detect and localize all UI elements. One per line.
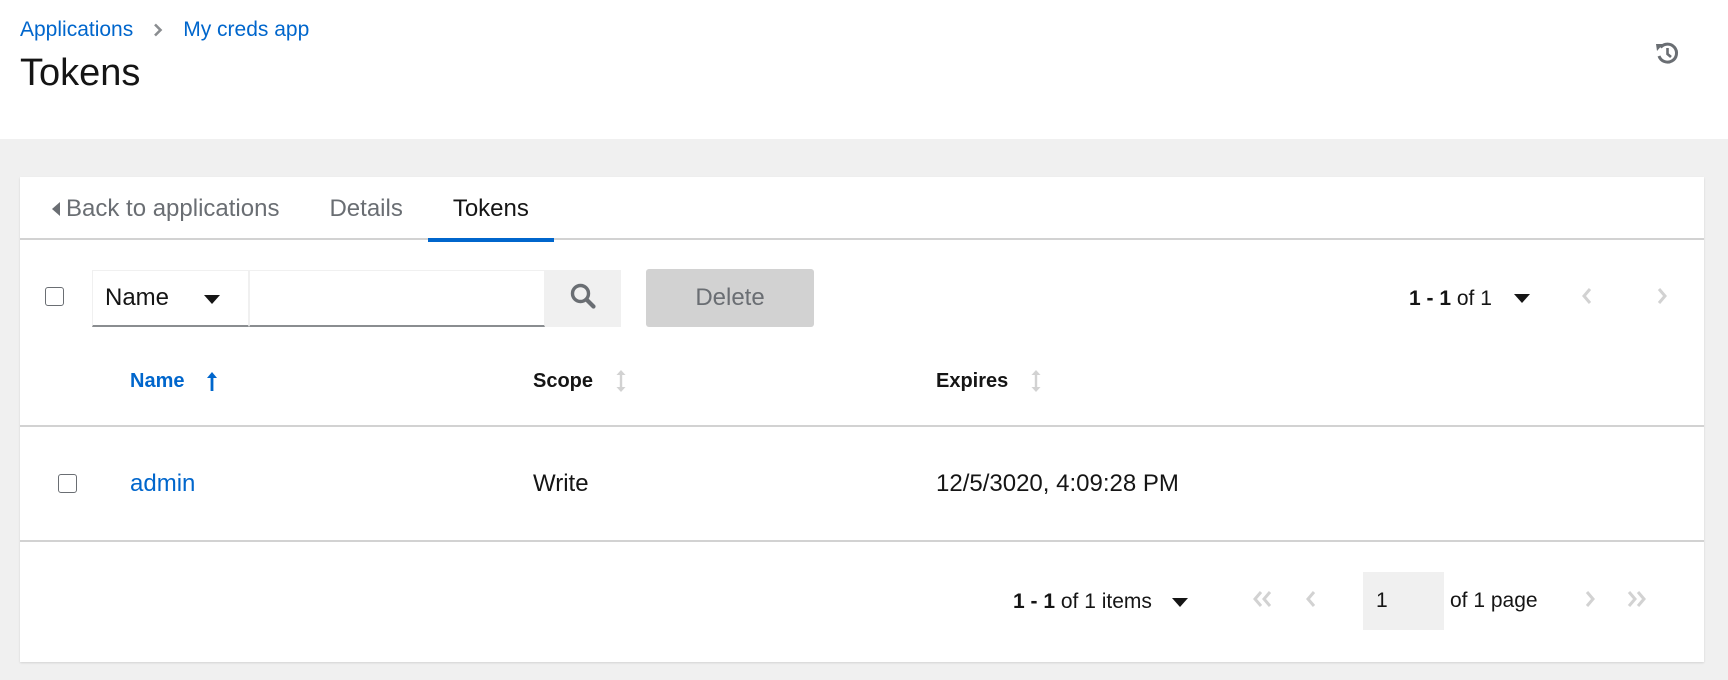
sort-icon [1030,369,1042,393]
caret-left-icon [52,201,60,216]
double-chevron-right-icon [1625,590,1647,613]
column-header-name[interactable]: Name [130,335,218,427]
row-checkbox[interactable] [58,474,77,493]
search-icon [569,282,597,315]
chevron-right-icon [153,23,163,37]
tabs: Back to applications Details Tokens [20,177,1704,242]
delete-button[interactable]: Delete [646,269,814,327]
tab-label: Details [329,194,403,222]
search-input[interactable] [249,270,545,327]
toolbar: Name Delete 1 - 1 of 1 [20,240,1704,335]
chevron-right-icon [1584,590,1596,613]
chevron-right-icon [1656,287,1668,310]
next-page-button[interactable] [1647,270,1677,327]
pagination-range: 1 - 1 of 1 [1409,286,1492,310]
previous-page-button[interactable] [1296,572,1326,630]
filter-field-select[interactable]: Name [92,270,249,327]
sort-icon [615,369,627,393]
previous-page-button[interactable] [1572,270,1602,327]
cell-name: admin [130,427,195,540]
sort-ascending-icon [206,370,218,392]
table-row: admin Write 12/5/3020, 4:09:28 PM [20,427,1704,542]
history-icon [1653,39,1681,72]
page-header: Applications My creds app Tokens [0,0,1728,139]
table-header: Name Scope Expires [20,335,1704,427]
tab-label: Back to applications [66,194,280,222]
per-page-toggle[interactable]: 1 - 1 of 1 items [1013,572,1188,632]
last-page-button[interactable] [1621,572,1651,630]
total-pages-label: of 1 page [1450,589,1538,612]
tab-details[interactable]: Details [304,177,427,240]
history-button[interactable] [1652,40,1682,70]
current-page-input[interactable] [1363,572,1444,630]
caret-down-icon [1513,294,1530,303]
cell-scope: Write [533,469,589,497]
tab-tokens[interactable]: Tokens [427,177,554,242]
page-title: Tokens [20,52,141,94]
tab-label: Tokens [452,194,529,222]
next-page-button[interactable] [1575,572,1605,630]
bottom-pagination: 1 - 1 of 1 items of 1 page [20,542,1704,662]
tab-back-to-applications[interactable]: Back to applications [20,177,304,240]
column-header-scope[interactable]: Scope [533,335,627,427]
double-chevron-left-icon [1252,590,1274,613]
chevron-left-icon [1305,590,1317,613]
breadcrumb-applications[interactable]: Applications [20,18,133,42]
breadcrumb-my-creds-app[interactable]: My creds app [183,18,309,42]
tokens-card: Back to applications Details Tokens Name… [20,177,1704,662]
caret-down-icon [204,295,220,304]
token-name-link[interactable]: admin [130,470,195,498]
pagination-range: 1 - 1 of 1 items [1013,590,1152,613]
filter-field-label: Name [105,284,170,311]
cell-expires: 12/5/3020, 4:09:28 PM [936,469,1179,497]
select-all-checkbox[interactable] [45,287,64,306]
caret-down-icon [1171,597,1188,607]
top-pagination-toggle[interactable]: 1 - 1 of 1 [1409,270,1530,327]
first-page-button[interactable] [1248,572,1278,630]
search-button[interactable] [545,270,621,327]
breadcrumb: Applications My creds app [20,18,309,42]
chevron-left-icon [1581,287,1593,310]
column-header-expires[interactable]: Expires [936,335,1042,427]
